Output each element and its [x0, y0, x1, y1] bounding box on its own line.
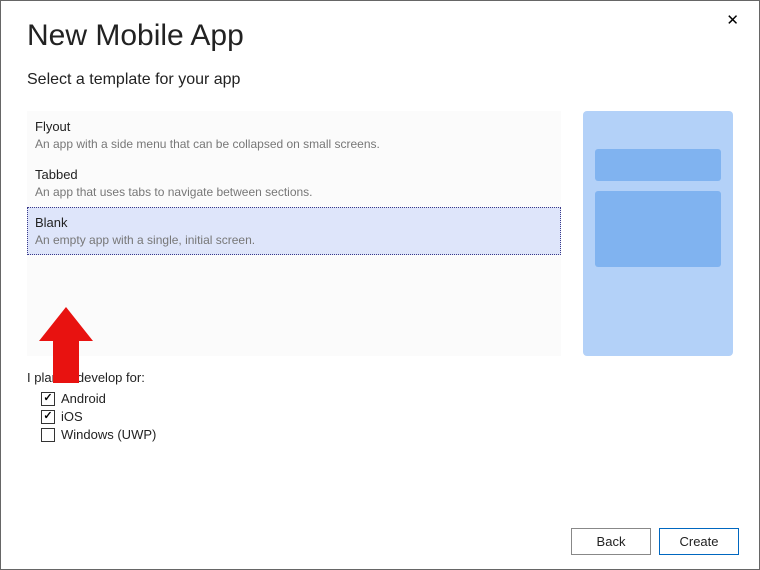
template-item-flyout[interactable]: Flyout An app with a side menu that can … — [27, 111, 561, 159]
dialog-content: New Mobile App Select a template for you… — [1, 1, 759, 461]
target-row-uwp: Windows (UWP) — [41, 427, 733, 442]
preview-block — [595, 149, 721, 181]
template-title: Tabbed — [35, 167, 551, 182]
target-label: iOS — [61, 409, 83, 424]
template-desc: An empty app with a single, initial scre… — [35, 233, 551, 247]
template-title: Flyout — [35, 119, 551, 134]
preview-block — [595, 191, 721, 267]
middle-row: Flyout An app with a side menu that can … — [27, 111, 733, 356]
close-button[interactable]: ✕ — [720, 11, 745, 30]
template-desc: An app that uses tabs to navigate betwee… — [35, 185, 551, 199]
target-label: Android — [61, 391, 106, 406]
checkbox-ios[interactable] — [41, 410, 55, 424]
create-button[interactable]: Create — [659, 528, 739, 555]
dialog-subtitle: Select a template for your app — [27, 71, 733, 89]
template-item-blank[interactable]: Blank An empty app with a single, initia… — [27, 207, 561, 255]
develop-for-label: I plan to develop for: — [27, 370, 733, 385]
checkbox-android[interactable] — [41, 392, 55, 406]
dialog-title: New Mobile App — [27, 19, 733, 53]
template-list: Flyout An app with a side menu that can … — [27, 111, 561, 356]
checkbox-uwp[interactable] — [41, 428, 55, 442]
close-icon: ✕ — [726, 12, 739, 29]
target-label: Windows (UWP) — [61, 427, 156, 442]
back-button[interactable]: Back — [571, 528, 651, 555]
target-row-ios: iOS — [41, 409, 733, 424]
template-desc: An app with a side menu that can be coll… — [35, 137, 551, 151]
target-row-android: Android — [41, 391, 733, 406]
template-title: Blank — [35, 215, 551, 230]
preview-pane — [583, 111, 733, 356]
dialog-footer: Back Create — [571, 528, 739, 555]
develop-for-section: I plan to develop for: Android iOS Windo… — [27, 370, 733, 442]
template-item-tabbed[interactable]: Tabbed An app that uses tabs to navigate… — [27, 159, 561, 207]
